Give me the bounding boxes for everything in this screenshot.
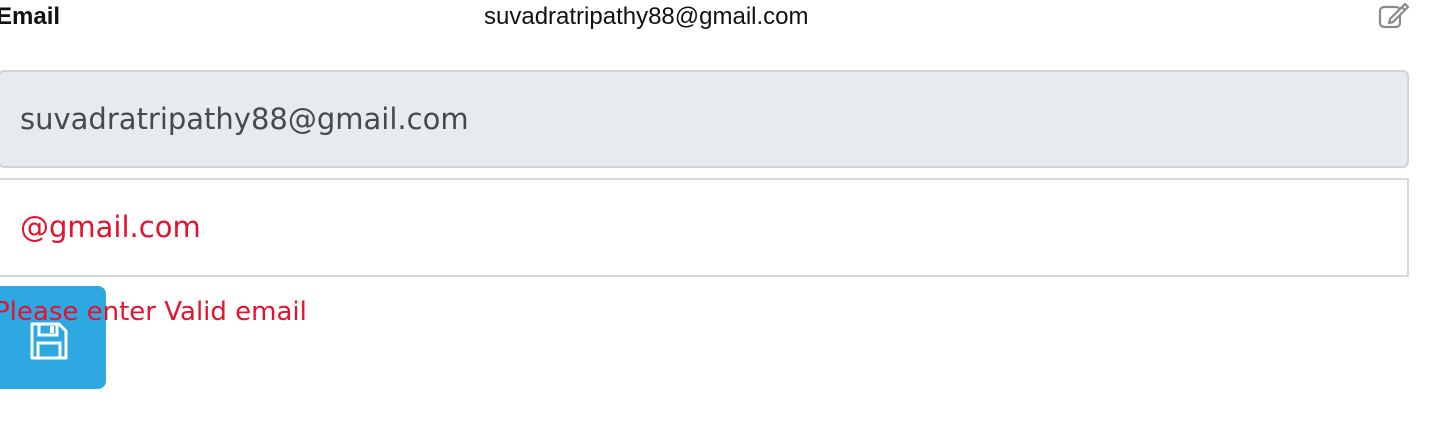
error-message: Please enter Valid email — [0, 297, 307, 327]
email-label: Email — [0, 3, 61, 30]
email-edit-panel: Email suvadratripathy88@gmail.com suvadr… — [0, 0, 1440, 422]
email-readonly-field: suvadratripathy88@gmail.com — [0, 70, 1409, 168]
email-input[interactable]: @gmail.com — [0, 178, 1409, 277]
email-current-value: suvadratripathy88@gmail.com — [484, 3, 809, 30]
edit-icon[interactable] — [1378, 2, 1410, 30]
